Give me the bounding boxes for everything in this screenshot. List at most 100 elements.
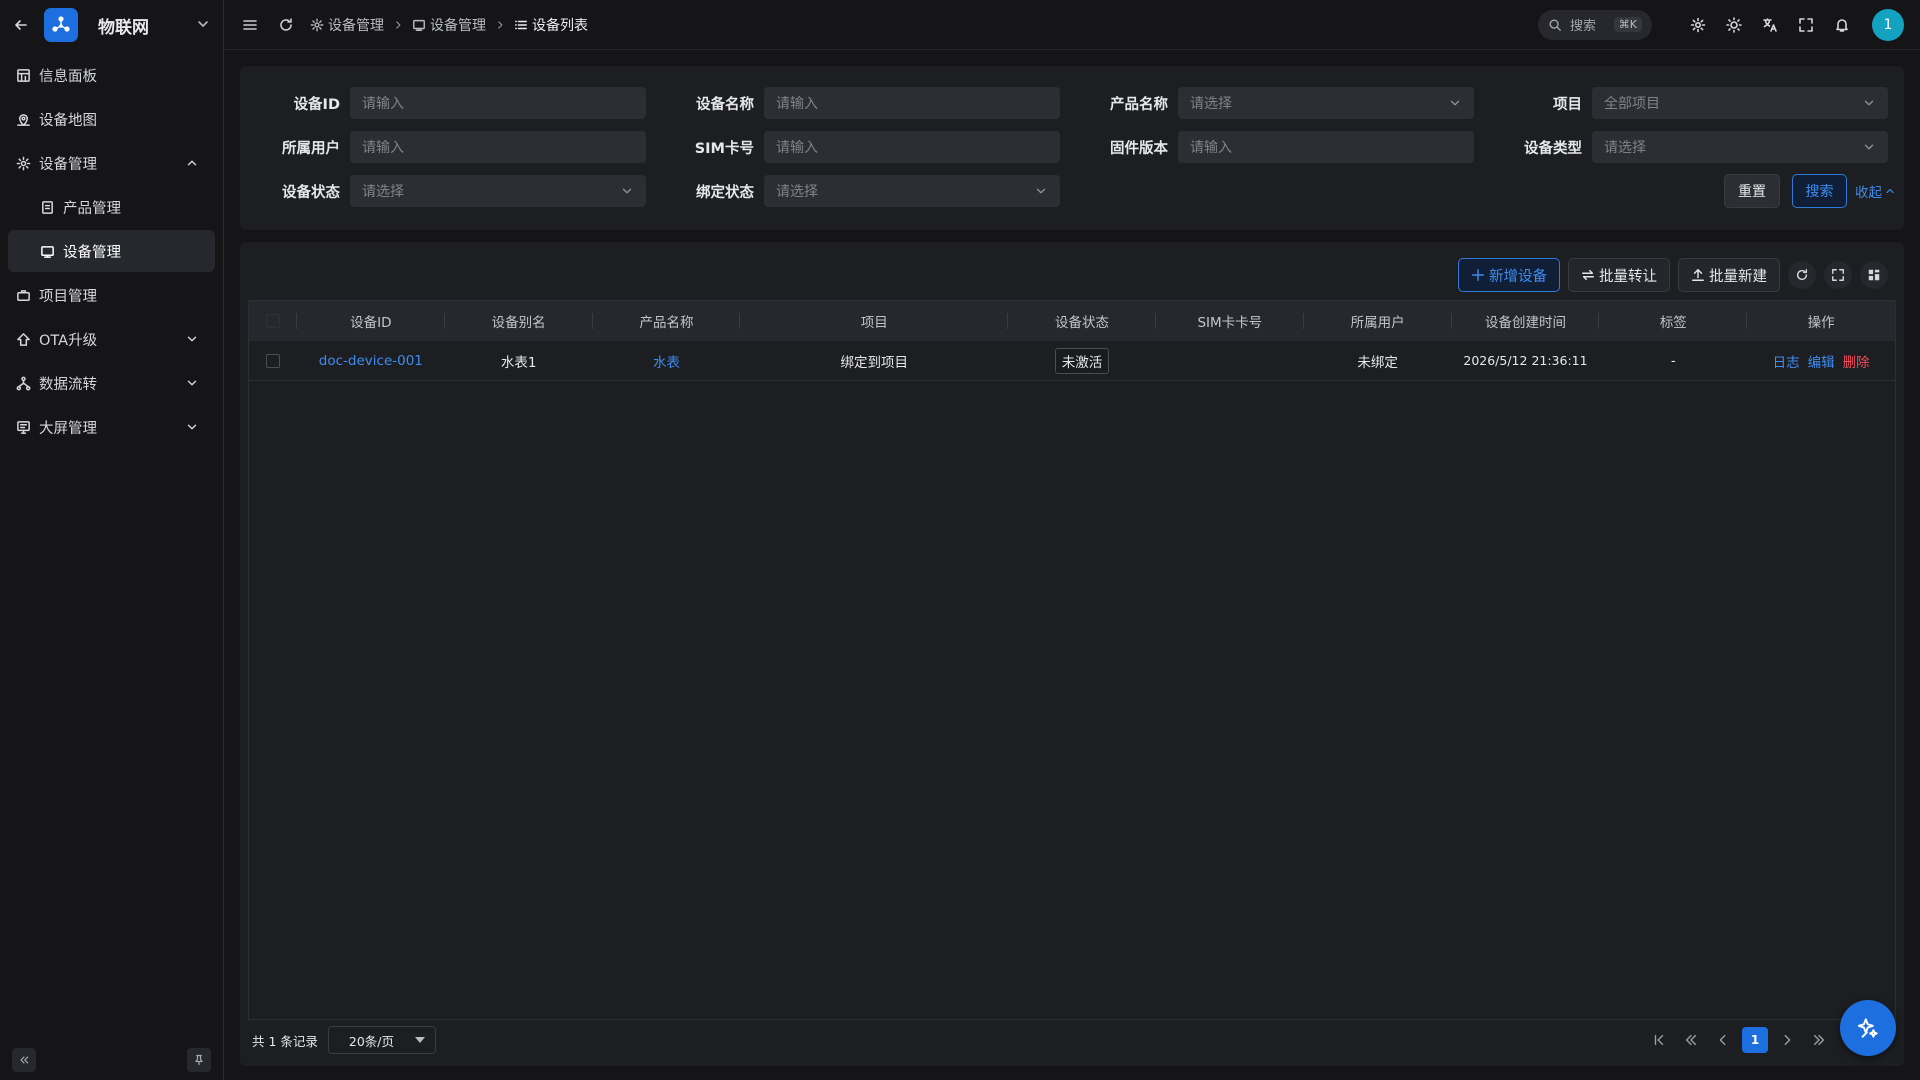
table-fullscreen-button[interactable] bbox=[1824, 261, 1852, 289]
chevron-down-icon bbox=[622, 188, 632, 194]
prev-page-button[interactable] bbox=[1710, 1027, 1736, 1053]
firmware-input[interactable]: 请输入 bbox=[1178, 131, 1474, 163]
edit-button[interactable]: 编辑 bbox=[1808, 351, 1835, 371]
gear-icon bbox=[1690, 17, 1706, 32]
placeholder-text: 请输入 bbox=[362, 96, 404, 112]
refresh-button[interactable] bbox=[274, 13, 298, 37]
first-page-button[interactable] bbox=[1646, 1027, 1672, 1053]
filter-bind-status: 绑定状态 请选择 bbox=[654, 175, 1060, 207]
column-header[interactable]: 所属用户 bbox=[1304, 301, 1452, 341]
delete-button[interactable]: 删除 bbox=[1843, 351, 1870, 371]
sidebar-footer bbox=[12, 1048, 211, 1072]
sidebar-item-label: 大屏管理 bbox=[39, 420, 97, 437]
column-header[interactable]: 设备别名 bbox=[445, 301, 593, 341]
device-id-link[interactable]: doc-device-001 bbox=[297, 341, 445, 380]
fullscreen-icon bbox=[1799, 17, 1813, 32]
column-header[interactable]: 标签 bbox=[1599, 301, 1748, 341]
product-name-select[interactable]: 请选择 bbox=[1178, 87, 1474, 119]
sidebar-item-device-map[interactable]: 设备地图 bbox=[8, 98, 215, 140]
log-button[interactable]: 日志 bbox=[1773, 351, 1800, 371]
prev-group-button[interactable] bbox=[1678, 1027, 1704, 1053]
filter-owner: 所属用户 请输入 bbox=[240, 131, 646, 163]
screen-icon bbox=[17, 420, 30, 434]
device-alias: 水表1 bbox=[500, 354, 537, 371]
batch-transfer-button[interactable]: 批量转让 bbox=[1568, 258, 1670, 292]
search-button[interactable]: 搜索 bbox=[1792, 174, 1847, 208]
sidebar-item-device-list[interactable]: 设备管理 bbox=[8, 230, 215, 272]
sidebar-item-data-flow[interactable]: 数据流转 bbox=[8, 362, 215, 404]
notifications-button[interactable] bbox=[1832, 15, 1852, 35]
column-header[interactable]: 设备状态 bbox=[1008, 301, 1156, 341]
sim-input[interactable]: 请输入 bbox=[764, 131, 1060, 163]
column-header[interactable]: 项目 bbox=[740, 301, 1008, 341]
sidebar-item-label: 设备管理 bbox=[63, 244, 121, 261]
field-label: 绑定状态 bbox=[696, 184, 754, 201]
page-size-select[interactable]: 20条/页 bbox=[327, 1026, 436, 1054]
sidebar-item-project-management[interactable]: 项目管理 bbox=[8, 274, 215, 316]
owner-input[interactable]: 请输入 bbox=[350, 131, 646, 163]
reset-button[interactable]: 重置 bbox=[1724, 174, 1780, 208]
breadcrumb-item[interactable]: 设备管理 bbox=[310, 15, 384, 35]
topbar: 设备管理 设备管理 设备列表 搜索 ⌘K 1 bbox=[224, 0, 1920, 50]
row-checkbox[interactable] bbox=[265, 353, 280, 368]
device-table: 设备ID 设备别名 产品名称 项目 设备状态 SIM卡卡号 所属用户 设备创建时… bbox=[248, 300, 1896, 1020]
next-page-button[interactable] bbox=[1774, 1027, 1800, 1053]
breadcrumb: 设备管理 设备管理 设备列表 bbox=[310, 15, 588, 35]
theme-toggle-button[interactable] bbox=[1724, 15, 1744, 35]
filter-panel: 设备ID 请输入 设备名称 请输入 产品名称 请选择 项目 全部项目 所属用户 … bbox=[240, 66, 1904, 230]
settings-button[interactable] bbox=[1688, 15, 1708, 35]
device-name-input[interactable]: 请输入 bbox=[764, 87, 1060, 119]
select-all-checkbox[interactable] bbox=[265, 314, 280, 328]
product-link[interactable]: 水表 bbox=[593, 341, 741, 380]
current-page[interactable]: 1 bbox=[1742, 1027, 1768, 1053]
list-icon bbox=[515, 20, 527, 29]
language-button[interactable] bbox=[1760, 15, 1780, 35]
fullscreen-button[interactable] bbox=[1796, 15, 1816, 35]
collapse-label: 收起 bbox=[1855, 185, 1882, 201]
column-header[interactable]: 设备ID bbox=[297, 301, 445, 341]
chevron-down-icon[interactable] bbox=[195, 16, 213, 34]
field-label: 设备名称 bbox=[696, 96, 754, 113]
avatar[interactable]: 1 bbox=[1872, 8, 1904, 41]
placeholder-text: 请输入 bbox=[1190, 140, 1232, 156]
next-group-button[interactable] bbox=[1806, 1027, 1832, 1053]
status-cell: 未激活 bbox=[1008, 341, 1156, 380]
sidebar-item-label: 信息面板 bbox=[39, 68, 97, 85]
sidebar-item-device-management[interactable]: 设备管理 bbox=[8, 142, 215, 184]
table-header: 设备ID 设备别名 产品名称 项目 设备状态 SIM卡卡号 所属用户 设备创建时… bbox=[249, 301, 1895, 341]
sidebar: 物联网 信息面板 设备地图 设备管理 产品管理 设备管理 项目管理 OTA升级 … bbox=[0, 0, 224, 1080]
global-search-button[interactable]: 搜索 ⌘K bbox=[1538, 9, 1652, 40]
sidebar-item-big-screen[interactable]: 大屏管理 bbox=[8, 406, 215, 448]
project-cell: 绑定到项目 bbox=[840, 354, 909, 371]
pin-sidebar-button[interactable] bbox=[187, 1048, 211, 1072]
table-refresh-button[interactable] bbox=[1788, 261, 1816, 289]
project-select[interactable]: 全部项目 bbox=[1592, 87, 1888, 119]
column-header[interactable]: SIM卡卡号 bbox=[1156, 301, 1304, 341]
status-badge: 未激活 bbox=[1054, 347, 1110, 374]
column-header[interactable]: 操作 bbox=[1747, 301, 1895, 341]
batch-create-button[interactable]: 批量新建 bbox=[1678, 258, 1780, 292]
bind-status-select[interactable]: 请选择 bbox=[764, 175, 1060, 207]
sidebar-item-product-management[interactable]: 产品管理 bbox=[8, 186, 215, 228]
chevron-up-icon bbox=[1886, 188, 1894, 194]
collapse-sidebar-button[interactable] bbox=[12, 1048, 36, 1072]
device-type-select[interactable]: 请选择 bbox=[1592, 131, 1888, 163]
sidebar-item-label: 产品管理 bbox=[63, 200, 121, 217]
column-settings-button[interactable] bbox=[1860, 261, 1888, 289]
add-device-button[interactable]: 新增设备 bbox=[1458, 258, 1560, 292]
back-arrow-icon[interactable] bbox=[10, 14, 32, 36]
ai-assistant-button[interactable] bbox=[1840, 1000, 1896, 1056]
breadcrumb-item[interactable]: 设备管理 bbox=[412, 15, 486, 35]
menu-toggle-button[interactable] bbox=[238, 13, 262, 37]
sidebar-item-dashboard[interactable]: 信息面板 bbox=[8, 54, 215, 96]
device-table-panel: 新增设备 批量转让 批量新建 设备ID 设备别名 产品名称 项目 设备状态 SI… bbox=[240, 242, 1904, 1066]
sidebar-item-label: OTA升级 bbox=[39, 332, 98, 349]
filter-sim: SIM卡号 请输入 bbox=[654, 131, 1060, 163]
chevron-right-icon bbox=[1784, 1034, 1791, 1046]
collapse-filter-link[interactable]: 收起 bbox=[1855, 181, 1896, 201]
device-id-input[interactable]: 请输入 bbox=[350, 87, 646, 119]
column-header[interactable]: 设备创建时间 bbox=[1452, 301, 1600, 341]
column-header[interactable]: 产品名称 bbox=[593, 301, 741, 341]
sidebar-item-ota[interactable]: OTA升级 bbox=[8, 318, 215, 360]
device-status-select[interactable]: 请选择 bbox=[350, 175, 646, 207]
